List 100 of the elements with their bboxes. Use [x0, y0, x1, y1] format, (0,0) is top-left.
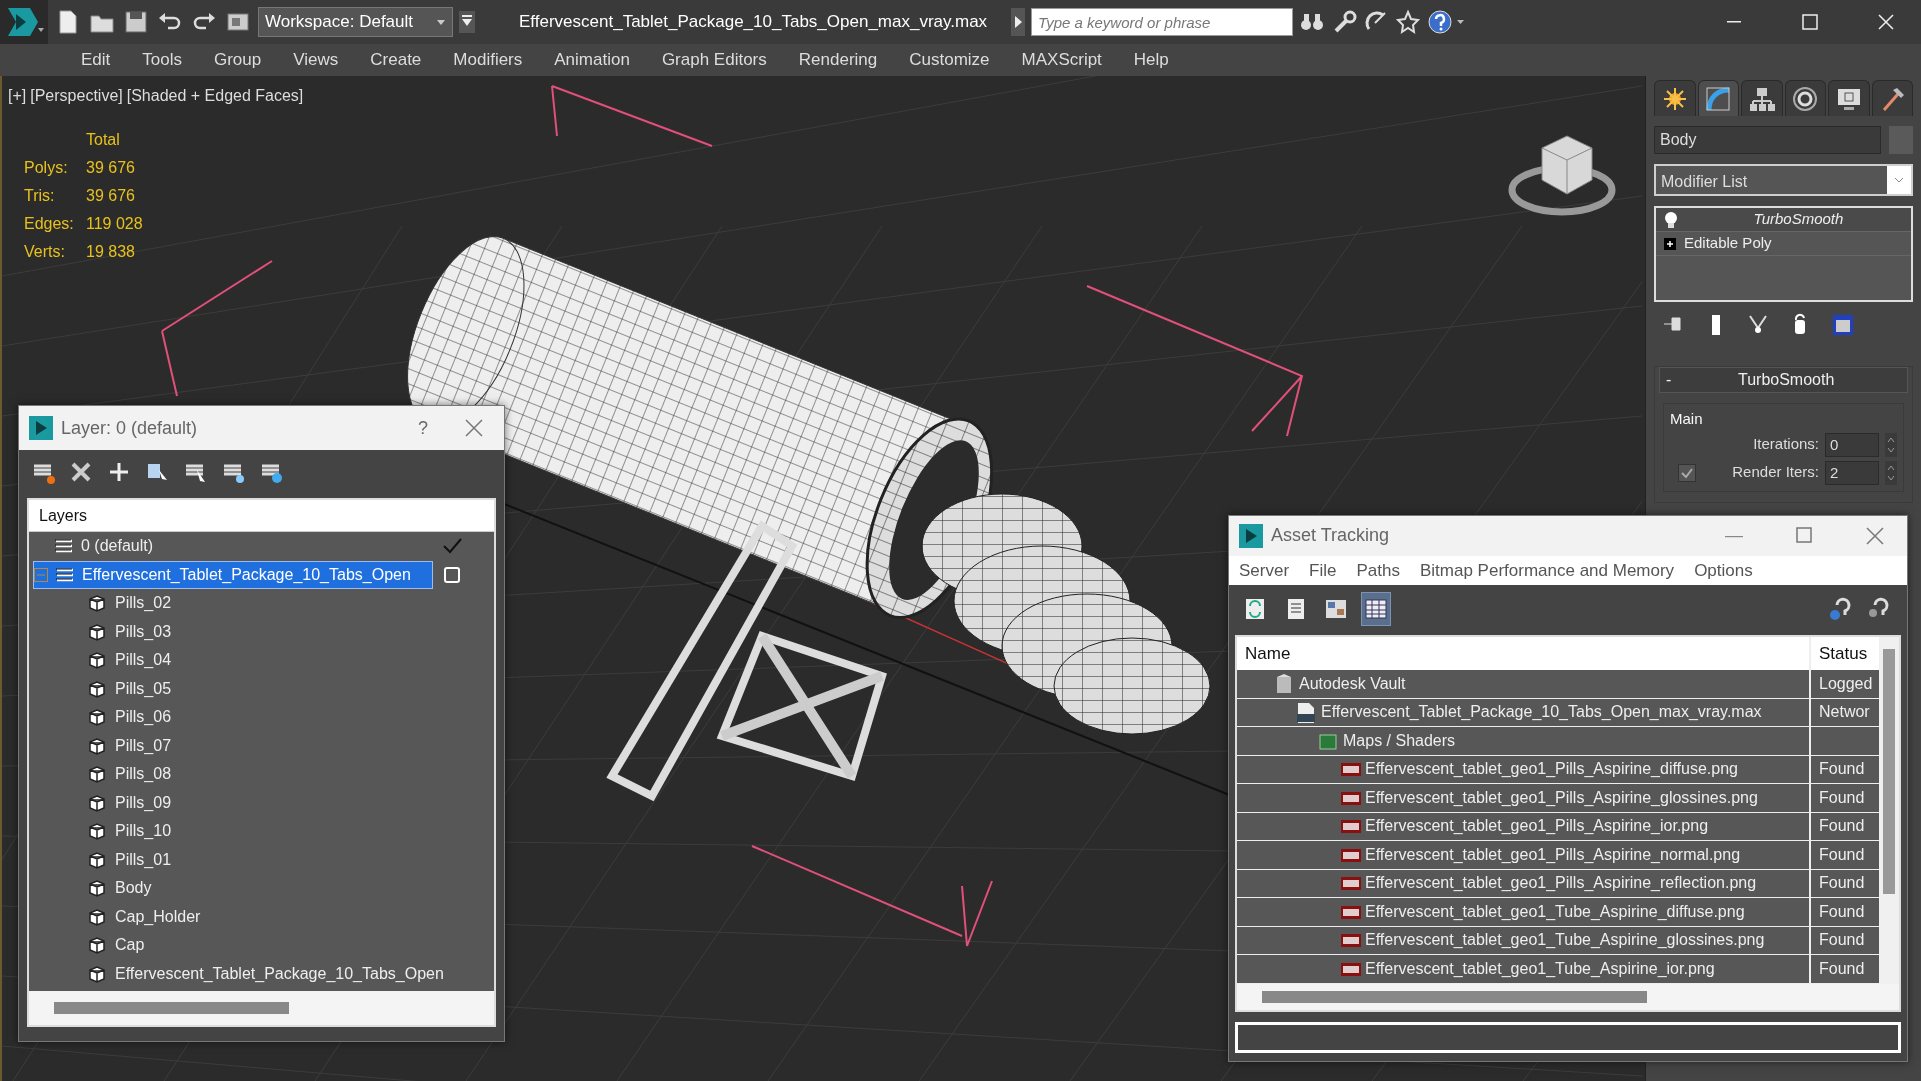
object-item[interactable]: Pills_05: [87, 676, 172, 701]
viewport-label[interactable]: [+]: [8, 84, 27, 108]
menu-item[interactable]: Modifiers: [440, 47, 542, 73]
spinner-arrows-icon[interactable]: [1885, 432, 1897, 457]
window-title: Asset Tracking: [1271, 524, 1391, 548]
menu-item[interactable]: Create: [357, 47, 441, 73]
rollout-toggle[interactable]: -: [1666, 368, 1672, 392]
object-item[interactable]: Effervescent_Tablet_Package_10_Tabs_Open: [87, 961, 444, 986]
panel-tab[interactable]: [1784, 80, 1826, 116]
spinner-arrows-icon[interactable]: [1885, 460, 1897, 485]
star-icon[interactable]: [1395, 9, 1422, 35]
table-view-icon: [1364, 597, 1388, 622]
close-icon[interactable]: [1876, 13, 1896, 31]
menu-item[interactable]: Help: [1120, 47, 1188, 73]
asset-name[interactable]: Effervescent_tablet_geo1_Pills_Aspirine_glossines.png: [1339, 785, 1758, 810]
object-icon: [87, 650, 107, 671]
object-icon: [87, 821, 107, 842]
asset-name[interactable]: Maps / Shaders: [1317, 728, 1456, 753]
asset-status: Found: [1819, 816, 1865, 837]
menu-item[interactable]: Rendering: [785, 47, 897, 73]
asset-name[interactable]: Effervescent_tablet_geo1_Pills_Aspirine_normal.png: [1339, 842, 1741, 867]
asset-status: Found: [1819, 901, 1865, 922]
object-item[interactable]: Cap: [87, 933, 145, 958]
panel-tab[interactable]: [1654, 80, 1696, 116]
asset-name[interactable]: Autodesk Vault: [1273, 671, 1406, 696]
object-item[interactable]: Body: [87, 876, 152, 901]
object-item[interactable]: Pills_02: [87, 591, 172, 616]
panel-tab[interactable]: [1697, 80, 1739, 116]
panel-tab[interactable]: [1828, 80, 1870, 116]
menu-item[interactable]: Paths: [1346, 557, 1410, 584]
maximize-icon[interactable]: [1800, 13, 1820, 31]
modify-icon: [1705, 85, 1732, 112]
column-header[interactable]: Name: [1245, 640, 1291, 667]
menu-item[interactable]: Views: [280, 47, 358, 73]
asset-name[interactable]: Effervescent_tablet_geo1_Pills_Aspirine_reflection.png: [1339, 871, 1757, 896]
menu-item[interactable]: Customize: [896, 47, 1009, 73]
object-item[interactable]: Pills_04: [87, 648, 172, 673]
asset-status: Found: [1819, 844, 1865, 865]
delete-icon[interactable]: [69, 460, 93, 484]
viewport-label[interactable]: [Perspective]: [30, 84, 123, 108]
object-item[interactable]: Cap_Holder: [87, 904, 201, 929]
modifier-stack-item[interactable]: TurboSmooth: [1656, 208, 1911, 232]
configure-sets-icon[interactable]: [1830, 312, 1856, 338]
menu-item[interactable]: Edit: [68, 47, 130, 73]
scrollbar-thumb[interactable]: [1883, 649, 1895, 895]
object-item[interactable]: Pills_08: [87, 762, 172, 787]
motion-icon: [1792, 85, 1819, 112]
menu-item[interactable]: File: [1299, 557, 1347, 584]
search-field[interactable]: Type a keyword or phrase: [1031, 8, 1294, 36]
column-header[interactable]: Layers: [39, 503, 88, 528]
panel-tab[interactable]: [1871, 80, 1913, 116]
asset-status: Found: [1819, 958, 1865, 979]
stat-label: Edges:: [24, 214, 75, 234]
menu-item[interactable]: Group: [201, 47, 281, 73]
save-button[interactable]: [122, 8, 150, 36]
help-button[interactable]: ?: [410, 414, 436, 442]
object-icon: [87, 735, 107, 756]
app-logo-icon: [29, 416, 53, 440]
caret-icon: [436, 18, 446, 26]
add-icon[interactable]: [107, 460, 131, 484]
asset-name[interactable]: Effervescent_Tablet_Package_10_Tabs_Open_max_vray.max: [1295, 700, 1762, 725]
object-item[interactable]: Pills_07: [87, 733, 172, 758]
panel-tab[interactable]: [1741, 80, 1783, 116]
scrollbar-thumb[interactable]: [1262, 990, 1647, 1003]
status-field[interactable]: [1235, 1021, 1901, 1053]
menu-item[interactable]: Server: [1229, 557, 1300, 584]
layer-item[interactable]: Effervescent_Tablet_Package_10_Tabs_Open: [33, 560, 433, 589]
spinner-field[interactable]: 2: [1825, 460, 1879, 485]
spinner-field[interactable]: 0: [1825, 432, 1879, 457]
object-name-field[interactable]: Body: [1654, 126, 1881, 154]
menu-item[interactable]: Options: [1684, 557, 1763, 584]
menu-item[interactable]: Animation: [541, 47, 649, 73]
asset-name[interactable]: Effervescent_tablet_geo1_Pills_Aspirine_ior.png: [1339, 814, 1709, 839]
object-item[interactable]: Pills_06: [87, 705, 172, 730]
object-item[interactable]: Pills_03: [87, 619, 172, 644]
menu-item[interactable]: Graph Editors: [648, 47, 786, 73]
layer-item[interactable]: 0 (default): [33, 532, 433, 561]
column-header[interactable]: Status: [1819, 640, 1868, 667]
asset-name[interactable]: Effervescent_tablet_geo1_Tube_Aspirine_glossines.png: [1339, 928, 1765, 953]
viewport-label[interactable]: [Shaded + Edged Faces]: [126, 84, 304, 108]
asset-name[interactable]: Effervescent_tablet_geo1_Tube_Aspirine_ior.png: [1339, 956, 1715, 981]
workspace-dropdown[interactable]: Workspace: Default: [258, 7, 453, 37]
modifier-stack-item[interactable]: Editable Poly: [1656, 232, 1911, 256]
asset-name[interactable]: Effervescent_tablet_geo1_Pills_Aspirine_diffuse.png: [1339, 757, 1738, 782]
menu-item[interactable]: MAXScript: [1008, 47, 1121, 73]
scrollbar-thumb[interactable]: [54, 1002, 289, 1014]
rollout-title[interactable]: TurboSmooth: [1671, 368, 1901, 392]
object-item[interactable]: Pills_01: [87, 847, 172, 872]
asset-status: Logged: [1819, 673, 1873, 694]
toolbar-button[interactable]: [1361, 592, 1391, 627]
modifier-list-dropdown[interactable]: Modifier List: [1654, 164, 1913, 196]
object-item[interactable]: Pills_10: [87, 819, 172, 844]
app-logo-icon: [1239, 524, 1263, 548]
asset-name[interactable]: Effervescent_tablet_geo1_Tube_Aspirine_diffuse.png: [1339, 899, 1745, 924]
menu-item[interactable]: Tools: [129, 47, 201, 73]
checkbox[interactable]: [1678, 463, 1696, 482]
stat-value: 39 676: [86, 186, 136, 206]
object-item[interactable]: Pills_09: [87, 790, 172, 815]
menu-item[interactable]: Bitmap Performance and Memory: [1409, 557, 1685, 584]
stat-label: Tris:: [24, 186, 56, 206]
